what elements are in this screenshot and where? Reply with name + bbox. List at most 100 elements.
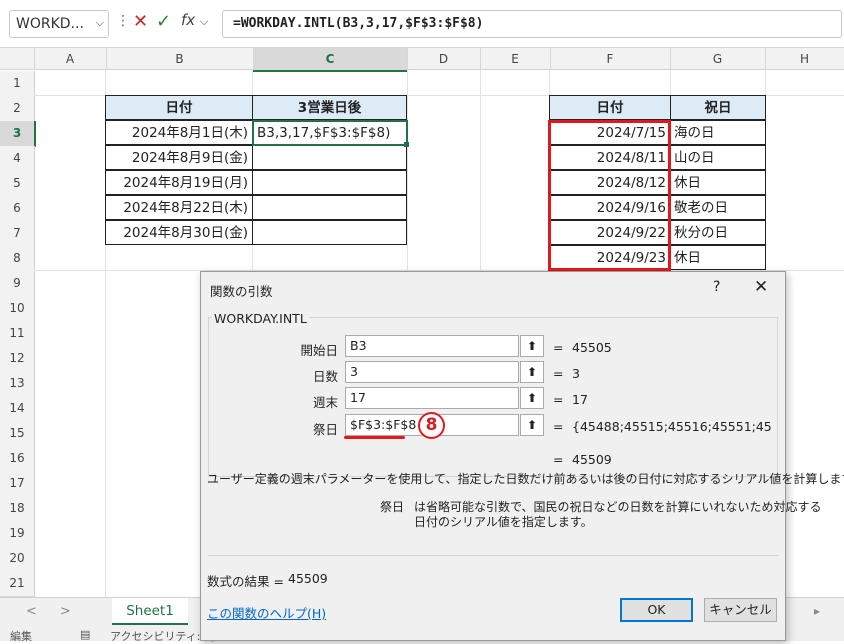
row-header[interactable]: 13 [0, 371, 35, 397]
table1-result-cell[interactable] [252, 220, 407, 245]
row-header[interactable]: 8 [0, 246, 35, 272]
horizontal-scrollbar[interactable]: ▸ [786, 597, 844, 627]
row-header[interactable]: 5 [0, 171, 35, 197]
collapse-dialog-icon[interactable]: ⬆ [520, 335, 544, 357]
chevron-down-icon[interactable]: ⌵ [96, 16, 104, 30]
col-header-b[interactable]: B [106, 48, 254, 70]
equals-sign: = [553, 366, 564, 381]
row-header[interactable]: 19 [0, 521, 35, 547]
more-options-icon[interactable]: ⋮ [116, 13, 130, 33]
table1-result-cell[interactable] [252, 170, 407, 195]
arg-input-weekend[interactable]: 17 [345, 387, 519, 409]
col-header-c[interactable]: C [253, 48, 408, 72]
row-header[interactable]: 4 [0, 146, 35, 172]
row-header[interactable]: 9 [0, 271, 35, 297]
table1-date-cell[interactable]: 2024年8月22日(木) [105, 195, 253, 220]
arg-help-line2: 日付のシリアル値を指定します。 [414, 515, 593, 529]
table1-date-cell[interactable]: 2024年8月30日(金) [105, 220, 253, 245]
table2-holiday-cell[interactable]: 海の日 [670, 120, 766, 145]
help-icon[interactable]: ? [713, 279, 720, 295]
row-header[interactable]: 14 [0, 396, 35, 422]
table1-date-cell[interactable]: 2024年8月19日(月) [105, 170, 253, 195]
table2-holiday-cell[interactable]: 秋分の日 [670, 220, 766, 245]
dialog-title: 関数の引数 [210, 284, 273, 299]
col-header-e[interactable]: E [480, 48, 551, 70]
col-header-a[interactable]: A [34, 48, 107, 70]
arg-label-days: 日数 [312, 369, 338, 384]
scroll-right-icon[interactable]: ▸ [814, 604, 820, 618]
formula-text: =WORKDAY.INTL(B3,3,17,$F$3:$F$8) [233, 16, 484, 31]
prev-sheet-icon[interactable]: < [26, 604, 37, 619]
table2-holiday-cell[interactable]: 休日 [670, 170, 766, 195]
equals-sign: = [553, 452, 564, 467]
formula-result-label: 数式の結果 = [207, 574, 284, 589]
row-header[interactable]: 12 [0, 346, 35, 372]
table1-header-date[interactable]: 日付 [105, 95, 253, 120]
table1-date-cell[interactable]: 2024年8月1日(木) [105, 120, 253, 145]
equals-sign: = [553, 340, 564, 355]
chevron-down-icon: ⌵ [199, 15, 209, 28]
collapse-dialog-icon[interactable]: ⬆ [520, 361, 544, 383]
arg-label-weekend: 週末 [312, 395, 338, 410]
row-header[interactable]: 3 [0, 121, 36, 147]
highlight-range-box [548, 120, 671, 271]
table1-result-cell[interactable] [252, 145, 407, 170]
overall-result: 45509 [572, 452, 612, 467]
divider [208, 555, 778, 556]
arg-result-holidays: {45488;45515;45516;45551;45557 [572, 419, 772, 434]
active-cell[interactable]: B3,3,17,$F$3:$F$8) [252, 120, 408, 146]
row-header[interactable]: 21 [0, 571, 35, 597]
row-header[interactable]: 20 [0, 546, 35, 572]
sheet-tab-bar: < > Sheet1 [0, 597, 200, 627]
row-header[interactable]: 16 [0, 446, 35, 472]
table2-header-holiday[interactable]: 祝日 [670, 95, 766, 120]
row-header[interactable]: 15 [0, 421, 35, 447]
col-header-d[interactable]: D [407, 48, 481, 70]
enter-formula-icon[interactable]: ✓ [156, 11, 176, 35]
cancel-formula-icon[interactable]: ✕ [133, 11, 153, 35]
function-help-link[interactable]: この関数のヘルプ(H) [207, 603, 326, 622]
table2-holiday-cell[interactable]: 山の日 [670, 145, 766, 170]
row-header[interactable]: 11 [0, 321, 35, 347]
column-header-bar: A B C D E F G H [0, 48, 844, 72]
step-number-badge: 8 [418, 412, 445, 439]
row-header[interactable]: 18 [0, 496, 35, 522]
name-box[interactable]: WORKD... ⌵ [9, 10, 109, 38]
next-sheet-icon[interactable]: > [60, 604, 71, 619]
row-header[interactable]: 10 [0, 296, 35, 322]
table2-header-date[interactable]: 日付 [549, 95, 671, 120]
row-header[interactable]: 6 [0, 196, 35, 222]
row-header[interactable]: 1 [0, 71, 35, 97]
table2-holiday-cell[interactable]: 休日 [670, 245, 766, 270]
collapse-dialog-icon[interactable]: ⬆ [520, 387, 544, 409]
cancel-button[interactable]: キャンセル [704, 598, 777, 622]
table1-date-cell[interactable]: 2024年8月9日(金) [105, 145, 253, 170]
arg-input-days[interactable]: 3 [345, 361, 519, 383]
select-all-corner[interactable] [0, 48, 35, 70]
col-header-h[interactable]: H [765, 48, 844, 70]
row-header[interactable]: 2 [0, 96, 35, 122]
equals-sign: = [553, 392, 564, 407]
table1-header-result[interactable]: 3営業日後 [252, 95, 407, 120]
arg-result-start-date: 45505 [572, 340, 612, 355]
close-icon[interactable]: ✕ [754, 277, 768, 297]
col-header-g[interactable]: G [670, 48, 766, 70]
formula-input[interactable]: =WORKDAY.INTL(B3,3,17,$F$3:$F$8) [222, 10, 842, 38]
ok-button[interactable]: OK [620, 598, 693, 622]
arg-label-holidays: 祭日 [312, 422, 338, 437]
highlight-underline [344, 436, 405, 439]
arg-result-weekend: 17 [572, 392, 588, 407]
row-header[interactable]: 17 [0, 471, 35, 497]
formula-result-value: 45509 [288, 571, 328, 586]
col-header-f[interactable]: F [550, 48, 671, 70]
equals-sign: = [553, 419, 564, 434]
status-mode: 編集 [10, 630, 32, 643]
collapse-dialog-icon[interactable]: ⬆ [520, 414, 544, 436]
insert-function-icon[interactable]: fx ⌵ [181, 11, 215, 35]
table1-result-cell[interactable] [252, 195, 407, 220]
table2-holiday-cell[interactable]: 敬老の日 [670, 195, 766, 220]
arg-input-start-date[interactable]: B3 [345, 335, 519, 357]
sheet-tab-sheet1[interactable]: Sheet1 [112, 598, 188, 625]
fill-handle[interactable] [404, 142, 409, 147]
row-header[interactable]: 7 [0, 221, 35, 247]
